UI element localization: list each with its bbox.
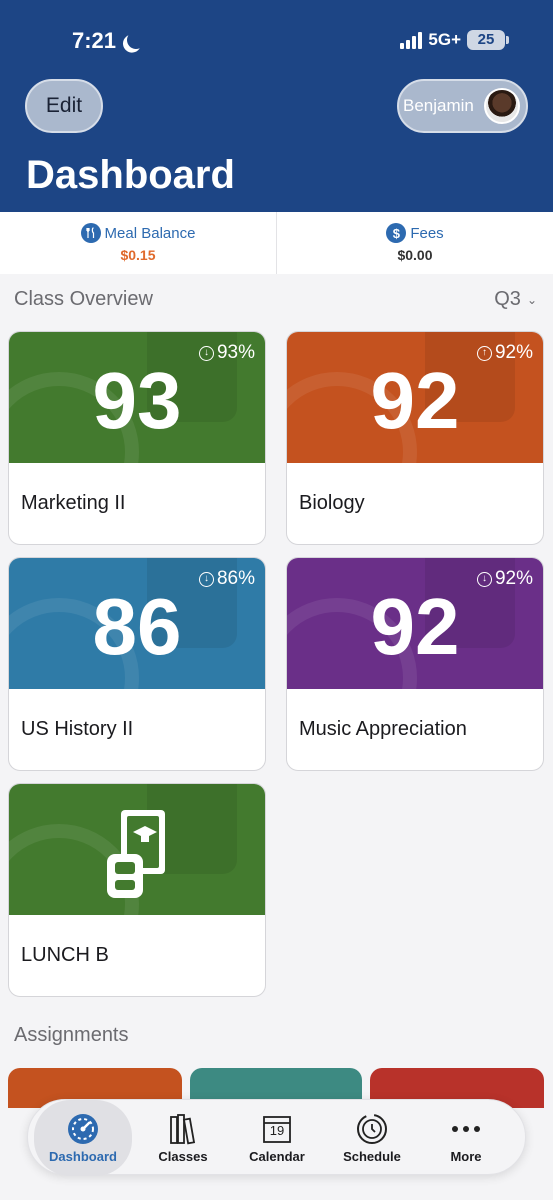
meal-balance[interactable]: Meal Balance $0.15: [0, 212, 276, 274]
quarter-selector[interactable]: Q3 ⌄: [494, 288, 537, 311]
class-overview-title: Class Overview: [14, 288, 153, 310]
tab-schedule[interactable]: Schedule: [323, 1100, 421, 1176]
quarter-value: Q3: [494, 288, 521, 310]
assignments-title: Assignments: [14, 1024, 129, 1046]
calendar-icon: 19: [260, 1112, 294, 1146]
status-time-text: 7:21: [72, 28, 117, 53]
class-card-music[interactable]: ↓ 92% 92 Music Appreciation: [286, 557, 544, 771]
class-grade: 93: [92, 356, 182, 445]
signal-icon: [400, 31, 423, 49]
tab-label: Calendar: [249, 1149, 305, 1164]
class-card-biology[interactable]: ↑ 92% 92 Biology: [286, 331, 544, 545]
class-card-header: [9, 784, 265, 915]
meal-balance-label: Meal Balance: [104, 224, 196, 242]
meal-balance-value: $0.15: [120, 247, 156, 263]
class-card-header: ↑ 92% 92: [287, 332, 543, 463]
gauge-icon: [66, 1112, 100, 1146]
tab-label: Classes: [158, 1149, 208, 1164]
class-card-us-history[interactable]: ↓ 86% 86 US History II: [8, 557, 266, 771]
balances-bar: Meal Balance $0.15 $ Fees $0.00: [0, 212, 553, 274]
class-name: Marketing II: [21, 492, 126, 514]
tab-bar: Dashboard Classes 19 Calendar Schedule M…: [27, 1099, 526, 1176]
more-dots-icon: [449, 1112, 483, 1146]
battery-icon: 25: [467, 30, 509, 50]
class-card-header: ↓ 92% 92: [287, 558, 543, 689]
class-name: US History II: [21, 718, 134, 740]
class-name: Biology: [299, 492, 365, 514]
books-backpack-icon: [107, 810, 165, 898]
tab-label: Dashboard: [49, 1149, 117, 1164]
class-grade: 86: [92, 582, 182, 671]
tab-calendar[interactable]: 19 Calendar: [228, 1100, 326, 1176]
avatar: [484, 88, 520, 124]
fees[interactable]: $ Fees $0.00: [276, 212, 553, 274]
books-icon: [166, 1112, 200, 1146]
tab-dashboard[interactable]: Dashboard: [34, 1100, 132, 1176]
tab-classes[interactable]: Classes: [134, 1100, 232, 1176]
network-type: 5G+: [428, 30, 461, 49]
class-grade: 92: [370, 356, 460, 445]
class-name: Music Appreciation: [299, 718, 467, 740]
status-time: 7:21: [72, 28, 139, 54]
moon-icon: [125, 28, 148, 51]
edit-button[interactable]: Edit: [25, 79, 103, 133]
class-name: LUNCH B: [21, 944, 109, 966]
class-card-lunch[interactable]: LUNCH B: [8, 783, 266, 997]
calendar-day: 19: [269, 1123, 285, 1138]
tab-label: Schedule: [343, 1149, 401, 1164]
class-card-header: ↓ 86% 86: [9, 558, 265, 689]
page-title: Dashboard: [26, 153, 235, 197]
status-icons: 5G+ 25: [400, 30, 509, 50]
class-card-marketing[interactable]: ↓ 93% 93 Marketing II: [8, 331, 266, 545]
fees-value: $0.00: [397, 247, 433, 263]
dollar-icon: $: [386, 223, 407, 243]
fees-label: Fees: [410, 224, 444, 242]
user-name: Benjamin: [403, 96, 474, 115]
clock-icon: [355, 1112, 389, 1146]
class-card-header: ↓ 93% 93: [9, 332, 265, 463]
class-grade: 92: [370, 582, 460, 671]
header: 7:21 5G+ 25 Edit Benjamin Dashboard: [0, 0, 553, 212]
tab-label: More: [450, 1149, 482, 1164]
chevron-down-icon: ⌄: [526, 292, 537, 307]
fork-knife-icon: [80, 223, 101, 243]
profile-button[interactable]: Benjamin: [397, 79, 528, 133]
tab-more[interactable]: More: [417, 1100, 515, 1176]
